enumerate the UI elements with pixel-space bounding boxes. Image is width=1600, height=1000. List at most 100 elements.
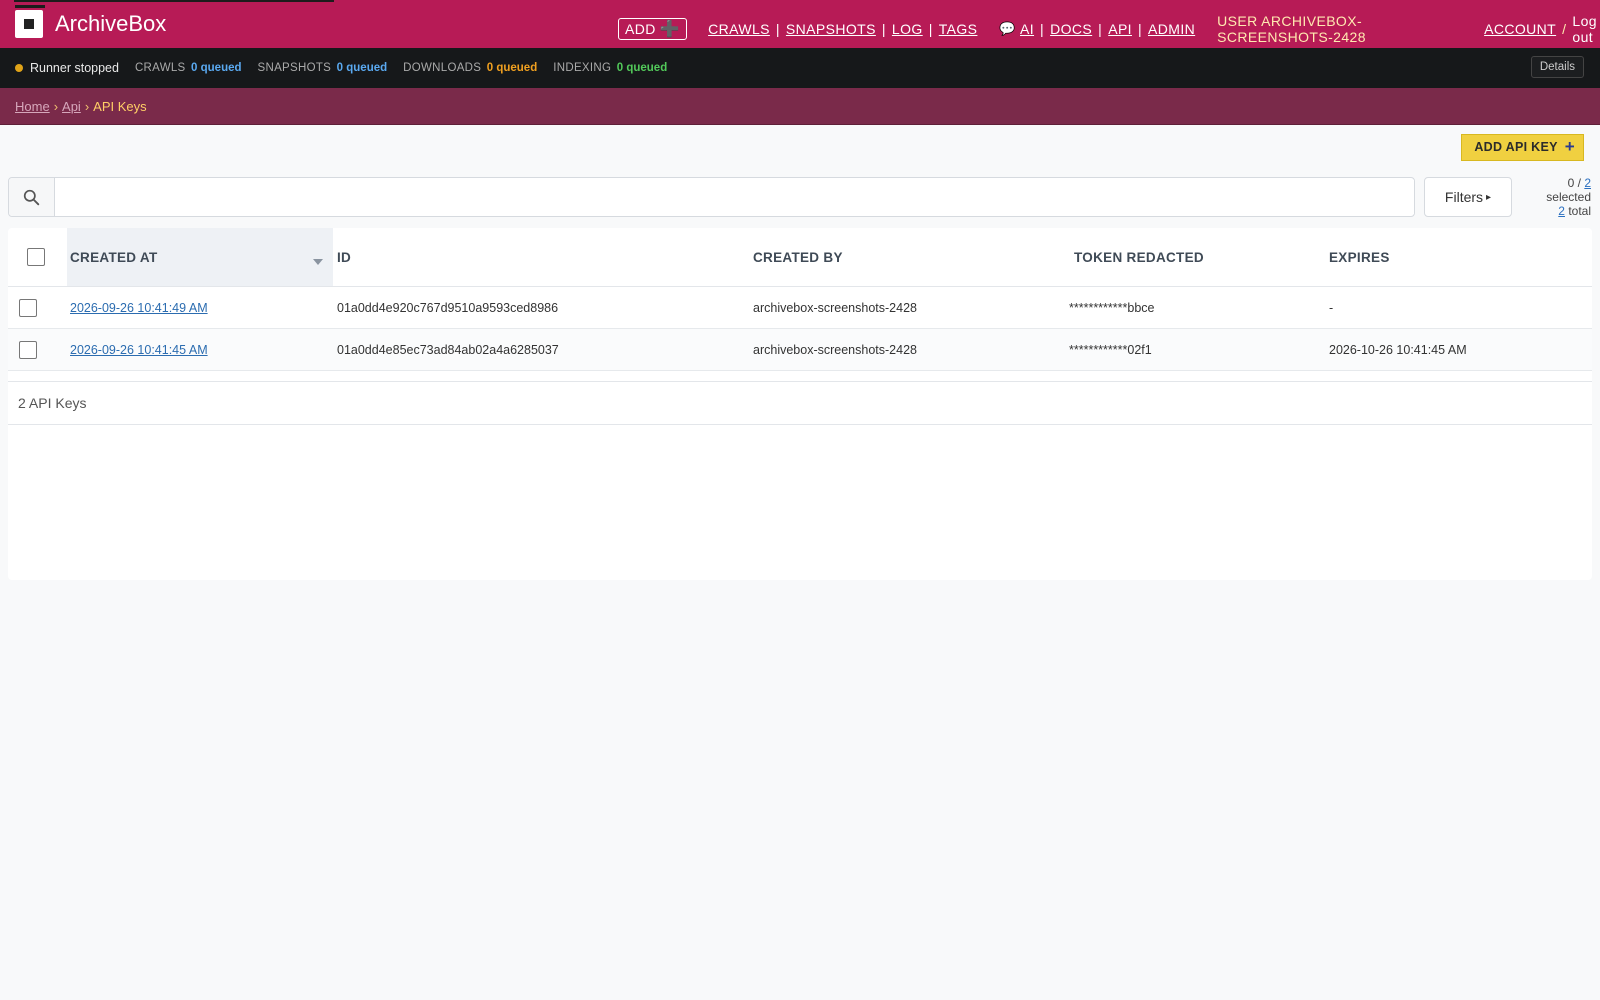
downloads-stat-label: DOWNLOADS [403, 62, 482, 74]
object-tools: ADD API KEY + [8, 125, 1592, 163]
breadcrumb-home[interactable]: Home [15, 99, 50, 114]
selected-number: 0 [1567, 176, 1575, 190]
runner-status-dot-icon [15, 64, 23, 72]
nav-link-snapshots[interactable]: SNAPSHOTS [786, 21, 876, 37]
row-select-cell [8, 286, 67, 329]
crawls-stat-value: 0 queued [191, 62, 242, 74]
account-link[interactable]: ACCOUNT [1484, 21, 1556, 37]
result-count: 2 API Keys [8, 381, 1592, 425]
search-button[interactable] [9, 178, 55, 216]
add-button-label: ADD [625, 20, 656, 37]
id-cell: 01a0dd4e85ec73ad84ab02a4a6285037 [333, 328, 753, 371]
column-created-at-label: CREATED AT [70, 249, 158, 265]
nav-link-crawls[interactable]: CRAWLS [708, 21, 770, 37]
expires-cell: - [1329, 286, 1592, 329]
main-nav: ADD ➕ CRAWLS | SNAPSHOTS | LOG | TAGS 💬 … [618, 13, 1600, 45]
nav-link-ai[interactable]: AI [1020, 21, 1034, 37]
downloads-stat-value: 0 queued [486, 62, 538, 74]
table-header-row: CREATED AT ID CREATED BY TOKEN REDACTED … [8, 228, 1592, 287]
row-checkbox[interactable] [19, 340, 37, 359]
created-by-cell: archivebox-screenshots-2428 [753, 286, 1069, 329]
column-header-id[interactable]: ID [333, 228, 753, 287]
created-at-cell: 2026-09-26 10:41:49 AM [67, 286, 333, 329]
table-row[interactable]: 2026-09-26 10:41:49 AM 01a0dd4e920c767d9… [8, 286, 1592, 329]
total-count-link[interactable]: 2 [1558, 204, 1565, 218]
selected-count: 0 / 2 selected [1521, 176, 1591, 204]
filters-button[interactable]: Filters ▸ [1424, 177, 1512, 217]
column-header-created-at[interactable]: CREATED AT [67, 228, 333, 287]
token-cell: ************bbce [1069, 286, 1329, 329]
row-select-cell [8, 328, 67, 371]
logout-link[interactable]: Log out [1572, 13, 1600, 45]
sort-descending-icon[interactable] [313, 259, 323, 265]
crawls-stat-label: CRAWLS [134, 62, 186, 74]
table-row[interactable]: 2026-09-26 10:41:45 AM 01a0dd4e85ec73ad8… [8, 328, 1592, 371]
nav-separator: | [881, 21, 886, 37]
status-bar: Runner stopped CRAWLS 0 queued SNAPSHOTS… [0, 48, 1600, 88]
header-accent-line [14, 0, 334, 2]
nav-link-api[interactable]: API [1108, 21, 1132, 37]
runner-status: Runner stopped [30, 61, 119, 75]
nav-link-docs[interactable]: DOCS [1050, 21, 1092, 37]
select-all-link[interactable]: 2 [1584, 176, 1591, 190]
search-icon [23, 189, 40, 205]
created-at-link[interactable]: 2026-09-26 10:41:45 AM [70, 343, 208, 357]
tool-links: 💬 AI | DOCS | API | ADMIN [999, 21, 1195, 37]
results-card: CREATED AT ID CREATED BY TOKEN REDACTED … [8, 228, 1592, 580]
snapshots-stat-label: SNAPSHOTS [257, 62, 332, 74]
plus-icon: ➕ [659, 20, 681, 38]
user-label: USER ARCHIVEBOX-SCREENSHOTS-2428 [1217, 13, 1366, 45]
column-header-created-by[interactable]: CREATED BY [753, 228, 1069, 287]
nav-separator: | [1098, 21, 1103, 37]
nav-link-tags[interactable]: TAGS [939, 21, 978, 37]
account-links: ACCOUNT / Log out [1484, 13, 1600, 45]
details-button[interactable]: Details [1530, 56, 1584, 78]
main-content: ADD API KEY + Filters ▸ 0 / 2 selected 2… [0, 125, 1600, 580]
total-count: 2 total [1521, 204, 1591, 218]
brand-name[interactable]: ArchiveBox [55, 11, 166, 37]
created-at-cell: 2026-09-26 10:41:45 AM [67, 328, 333, 371]
indexing-stat: INDEXING 0 queued [553, 62, 667, 74]
archivebox-logo-icon[interactable] [15, 5, 45, 38]
breadcrumb: Home › Api › API Keys [0, 88, 1600, 125]
nav-link-log[interactable]: LOG [892, 21, 923, 37]
filters-label: Filters [1444, 189, 1484, 205]
search-box [8, 177, 1415, 217]
breadcrumb-current: API Keys [93, 98, 147, 114]
row-checkbox[interactable] [19, 298, 37, 317]
brand[interactable]: ArchiveBox [15, 5, 166, 38]
search-input[interactable] [55, 180, 1414, 214]
search-row: Filters ▸ 0 / 2 selected 2 total [8, 176, 1592, 218]
snapshots-stat-value: 0 queued [336, 62, 388, 74]
column-header-expires[interactable]: EXPIRES [1329, 228, 1592, 287]
select-all-header [8, 228, 67, 287]
indexing-stat-value: 0 queued [616, 62, 668, 74]
add-api-key-label: ADD API KEY [1474, 140, 1558, 154]
breadcrumb-separator: › [53, 98, 59, 114]
downloads-stat: DOWNLOADS 0 queued [403, 62, 537, 74]
created-by-cell: archivebox-screenshots-2428 [753, 328, 1069, 371]
nav-link-admin[interactable]: ADMIN [1148, 21, 1195, 37]
total-suffix: total [1568, 204, 1591, 218]
add-api-key-button[interactable]: ADD API KEY + [1461, 134, 1584, 161]
column-header-token-redacted[interactable]: TOKEN REDACTED [1069, 228, 1329, 287]
chat-bubble-icon: 💬 [999, 21, 1017, 36]
select-all-checkbox[interactable] [27, 248, 45, 266]
api-keys-table: CREATED AT ID CREATED BY TOKEN REDACTED … [8, 228, 1592, 371]
snapshots-stat: SNAPSHOTS 0 queued [258, 62, 388, 74]
plus-icon: + [1564, 137, 1575, 156]
indexing-stat-label: INDEXING [553, 62, 612, 74]
crawls-stat: CRAWLS 0 queued [135, 62, 242, 74]
created-at-link[interactable]: 2026-09-26 10:41:49 AM [70, 301, 208, 315]
selected-suffix: selected [1546, 190, 1591, 204]
selected-separator: / [1577, 176, 1581, 190]
token-cell: ************02f1 [1069, 328, 1329, 371]
breadcrumb-api[interactable]: Api [62, 99, 81, 114]
id-cell: 01a0dd4e920c767d9510a9593ced8986 [333, 286, 753, 329]
nav-separator: | [775, 21, 780, 37]
top-header: ArchiveBox ADD ➕ CRAWLS | SNAPSHOTS | LO… [0, 0, 1600, 48]
add-button[interactable]: ADD ➕ [618, 18, 688, 40]
breadcrumb-separator: › [84, 98, 90, 114]
account-separator: / [1562, 21, 1567, 37]
selection-counts: 0 / 2 selected 2 total [1521, 176, 1591, 218]
